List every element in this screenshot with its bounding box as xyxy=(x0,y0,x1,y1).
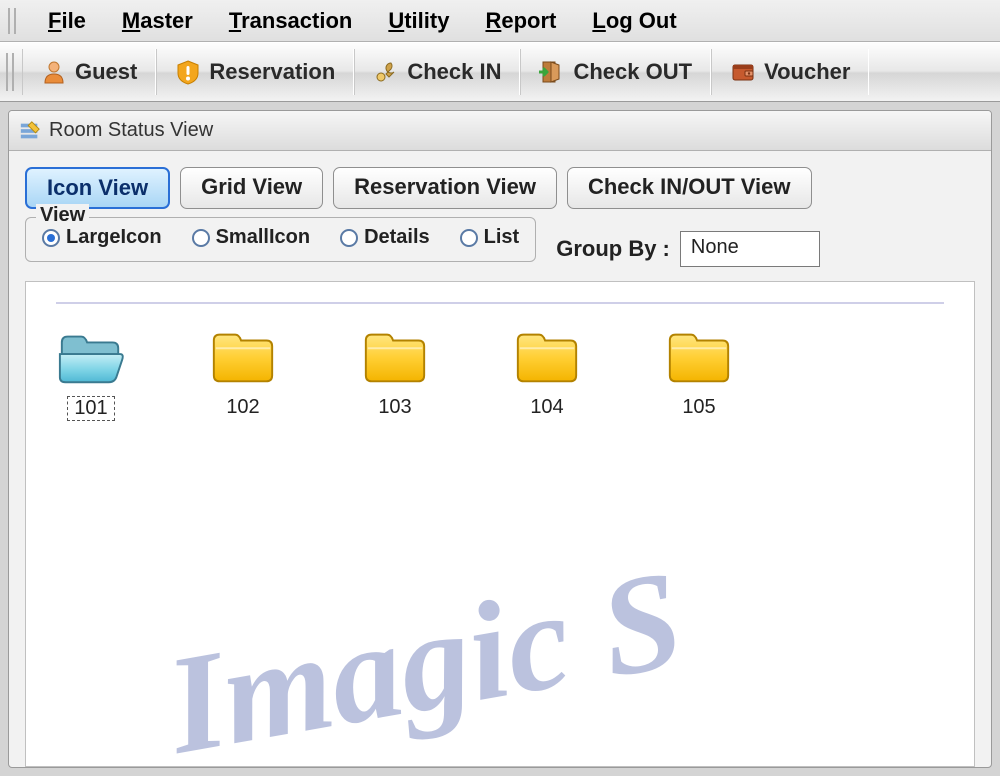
menu-master[interactable]: Master xyxy=(104,4,211,38)
radio-smallicon-label: SmallIcon xyxy=(216,226,310,249)
checkin-button[interactable]: Check IN xyxy=(354,49,520,95)
folder-closed-icon xyxy=(360,328,430,386)
view-mode-legend: View xyxy=(36,204,89,227)
voucher-button-label: Voucher xyxy=(764,59,850,85)
tab-reservation-view[interactable]: Reservation View xyxy=(333,167,557,209)
wallet-icon xyxy=(730,59,756,85)
reservation-button[interactable]: Reservation xyxy=(156,49,354,95)
folder-closed-icon xyxy=(512,328,582,386)
radio-dot-icon xyxy=(42,229,60,247)
group-by-select[interactable]: None xyxy=(680,231,820,267)
room-item-103[interactable]: 103 xyxy=(360,328,430,421)
menubar-grip-icon xyxy=(8,8,16,34)
menu-report[interactable]: Report xyxy=(467,4,574,38)
checkout-button[interactable]: Check OUT xyxy=(520,49,711,95)
radio-largeicon-label: LargeIcon xyxy=(66,226,162,249)
guest-button-label: Guest xyxy=(75,59,137,85)
room-item-105[interactable]: 105 xyxy=(664,328,734,421)
room-label: 102 xyxy=(220,396,265,419)
room-list-area: 101 102 103 104 xyxy=(25,281,975,767)
room-item-102[interactable]: 102 xyxy=(208,328,278,421)
menu-logout[interactable]: Log Out xyxy=(574,4,694,38)
tab-icon-view[interactable]: Icon View xyxy=(25,167,170,209)
room-label: 101 xyxy=(67,396,114,421)
menubar: File Master Transaction Utility Report L… xyxy=(0,0,1000,42)
room-item-104[interactable]: 104 xyxy=(512,328,582,421)
radio-dot-icon xyxy=(460,229,478,247)
room-label: 105 xyxy=(676,396,721,419)
group-by-label: Group By : xyxy=(556,236,670,262)
menu-transaction[interactable]: Transaction xyxy=(211,4,371,38)
folder-open-icon xyxy=(56,328,126,386)
menu-file[interactable]: File xyxy=(30,4,104,38)
room-item-101[interactable]: 101 xyxy=(56,328,126,421)
radio-dot-icon xyxy=(340,229,358,247)
folder-closed-icon xyxy=(664,328,734,386)
controls-row: View LargeIcon SmallIcon Details xyxy=(25,217,975,267)
tab-checkinout-view[interactable]: Check IN/OUT View xyxy=(567,167,812,209)
radio-details[interactable]: Details xyxy=(340,226,430,249)
door-exit-icon xyxy=(539,59,565,85)
room-folders: 101 102 103 104 xyxy=(56,328,944,421)
radio-largeicon[interactable]: LargeIcon xyxy=(42,226,162,249)
radio-dot-icon xyxy=(192,229,210,247)
radio-smallicon[interactable]: SmallIcon xyxy=(192,226,310,249)
panel-title-icon xyxy=(19,120,41,142)
menu-utility[interactable]: Utility xyxy=(370,4,467,38)
room-label: 103 xyxy=(372,396,417,419)
radio-list-label: List xyxy=(484,226,520,249)
radio-details-label: Details xyxy=(364,226,430,249)
view-mode-group: View LargeIcon SmallIcon Details xyxy=(25,217,536,262)
voucher-button[interactable]: Voucher xyxy=(711,49,869,95)
wrench-icon xyxy=(373,59,399,85)
radio-list[interactable]: List xyxy=(460,226,520,249)
toolbar-grip-icon xyxy=(6,53,14,91)
group-by: Group By : None xyxy=(556,231,820,267)
checkin-button-label: Check IN xyxy=(407,59,501,85)
workspace: Room Status View Icon View Grid View Res… xyxy=(0,102,1000,776)
tabs: Icon View Grid View Reservation View Che… xyxy=(25,167,975,209)
watermark: Imagic S xyxy=(156,538,693,767)
checkout-button-label: Check OUT xyxy=(573,59,692,85)
toolbar: Guest Reservation Check IN Check OUT Vou… xyxy=(0,42,1000,102)
room-status-panel: Room Status View Icon View Grid View Res… xyxy=(8,110,992,768)
reservation-button-label: Reservation xyxy=(209,59,335,85)
guest-button[interactable]: Guest xyxy=(22,49,156,95)
room-label: 104 xyxy=(524,396,569,419)
folder-closed-icon xyxy=(208,328,278,386)
panel-title: Room Status View xyxy=(49,119,213,142)
panel-body: Icon View Grid View Reservation View Che… xyxy=(9,151,991,767)
shield-warning-icon xyxy=(175,59,201,85)
separator xyxy=(56,302,944,304)
person-icon xyxy=(41,59,67,85)
tab-grid-view[interactable]: Grid View xyxy=(180,167,323,209)
panel-titlebar: Room Status View xyxy=(9,111,991,151)
